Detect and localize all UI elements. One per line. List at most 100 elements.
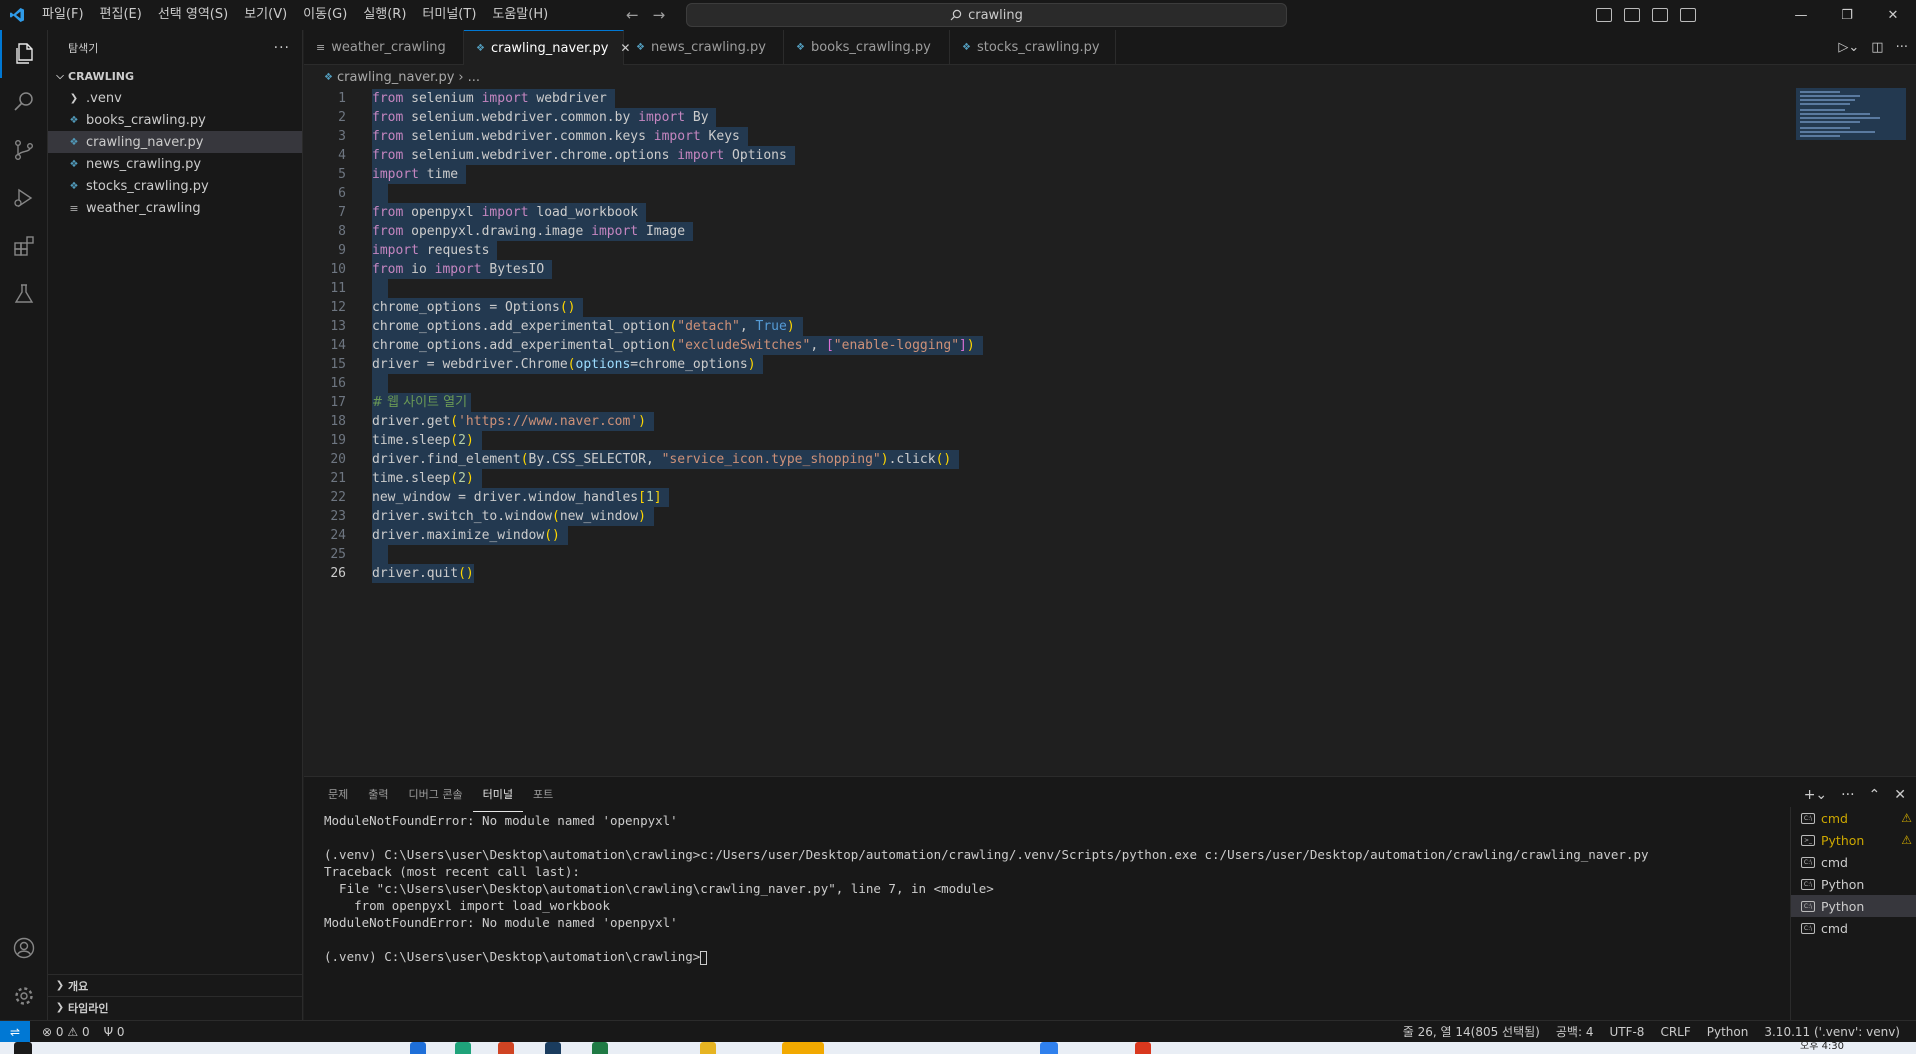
terminal-item-label: cmd [1821,854,1848,870]
menu-edit[interactable]: 편집(E) [92,0,150,30]
menu-view[interactable]: 보기(V) [236,0,295,30]
taskbar-app-icon[interactable] [498,1042,514,1054]
tab-stocks-crawling[interactable]: ❖ stocks_crawling.py [950,30,1116,65]
menu-file[interactable]: 파일(F) [34,0,92,30]
toggle-sidebar-icon[interactable] [1596,8,1612,22]
close-panel-icon[interactable]: ✕ [1894,787,1906,803]
terminal-icon: C:\ [1801,812,1815,824]
code-editor[interactable]: 1 from selenium import webdriver 2 from se… [304,88,1916,776]
terminal-item-python[interactable]: >_ Python ⚠ [1791,829,1916,851]
tab-label: stocks_crawling.py [976,40,1100,55]
tree-item-news-crawling[interactable]: ❖ news_crawling.py [48,153,302,175]
tab-problems[interactable]: 문제 [318,777,358,812]
tab-books-crawling[interactable]: ❖ books_crawling.py [784,30,950,65]
line-number: 8 [338,224,346,239]
terminal-item-cmd[interactable]: C:\ cmd [1791,917,1916,939]
split-editor-icon[interactable]: ◫ [1871,40,1883,55]
workspace-folder[interactable]: ⌵ CRAWLING [48,65,302,87]
terminal-item-cmd[interactable]: C:\ cmd ⚠ [1791,807,1916,829]
encoding[interactable]: UTF-8 [1609,1025,1644,1039]
command-center-search[interactable]: crawling [686,3,1287,27]
account-icon[interactable] [0,924,48,972]
tree-item-books-crawling[interactable]: ❖ books_crawling.py [48,109,302,131]
more-actions-icon[interactable]: ··· [1841,787,1854,803]
taskbar-app-icon[interactable] [592,1042,608,1054]
tab-output[interactable]: 출력 [358,777,398,812]
explorer-title: 탐색기 [68,41,99,55]
tab-terminal[interactable]: 터미널 [472,777,523,812]
maximize-panel-icon[interactable]: ⌃ [1869,787,1881,803]
ports-status[interactable]: Ψ 0 [104,1025,125,1039]
code-line: import time [372,165,466,184]
line-number: 9 [338,243,346,258]
error-count: 0 [55,1024,64,1039]
tree-item-weather-crawling[interactable]: ≡ weather_crawling [48,197,302,219]
terminal-item-python[interactable]: C:\ Python [1791,873,1916,895]
end-of-line[interactable]: CRLF [1660,1025,1690,1039]
toggle-panel-icon[interactable] [1624,8,1640,22]
outline-section[interactable]: ❯ 개요 [48,974,303,996]
menu-go[interactable]: 이동(G) [295,0,355,30]
toggle-secondary-sidebar-icon[interactable] [1652,8,1668,22]
breadcrumb-rest[interactable]: ... [468,70,480,85]
forward-arrow-icon[interactable]: → [653,6,666,24]
cursor-position[interactable]: 줄 26, 열 14(805 선택됨) [1403,1023,1540,1040]
tree-item-crawling-naver[interactable]: ❖ crawling_naver.py [48,131,302,153]
code-line: import requests [372,241,498,260]
taskbar-app-icon[interactable] [455,1042,471,1054]
minimize-icon[interactable]: — [1778,0,1824,30]
customize-layout-icon[interactable] [1680,8,1696,22]
language-mode[interactable]: Python [1707,1025,1749,1039]
remote-indicator-icon[interactable]: ⇌ [0,1020,30,1043]
extensions-icon[interactable] [0,222,48,270]
taskbar-app-icon[interactable] [545,1042,561,1054]
source-control-icon[interactable] [0,126,48,174]
problems-status[interactable]: ⊗ 0 ⚠ 0 [42,1025,90,1039]
run-icon[interactable]: ▷⌄ [1838,40,1859,55]
menu-run[interactable]: 실행(R) [355,0,414,30]
search-icon[interactable] [0,78,48,126]
terminal-icon: C:\ [1801,900,1815,912]
close-icon[interactable]: ✕ [1870,0,1916,30]
restore-icon[interactable]: ❐ [1824,0,1870,30]
tab-weather-crawling[interactable]: ≡ weather_crawling [304,30,464,65]
terminal-item-python[interactable]: C:\ Python [1791,895,1916,917]
timeline-section[interactable]: ❯ 타임라인 [48,996,303,1018]
new-terminal-icon[interactable]: +⌄ [1804,787,1827,803]
python-file-icon: ❖ [796,42,805,53]
testing-icon[interactable] [0,270,48,318]
minimap[interactable] [1796,88,1906,140]
more-actions-icon[interactable]: ··· [1896,40,1908,55]
taskbar-app-icon[interactable] [410,1042,426,1054]
explorer-icon[interactable] [0,30,48,78]
file-icon: ≡ [316,41,326,54]
run-debug-icon[interactable] [0,174,48,222]
vscode-taskbar-icon[interactable] [1040,1042,1058,1054]
terminal-item-cmd[interactable]: C:\ cmd [1791,851,1916,873]
python-interpreter[interactable]: 3.10.11 ('.venv': venv) [1764,1025,1900,1039]
back-arrow-icon[interactable]: ← [626,6,639,24]
taskbar-app-icon[interactable] [700,1042,716,1054]
more-actions-icon[interactable]: ··· [274,40,290,56]
tab-ports[interactable]: 포트 [523,777,563,812]
taskbar-app-icon[interactable] [782,1042,824,1054]
warning-icon: ⚠ [1901,811,1912,825]
tab-label: weather_crawling [331,40,446,55]
tab-crawling-naver[interactable]: ❖ crawling_naver.py ✕ [464,30,630,65]
menu-selection[interactable]: 선택 영역(S) [150,0,236,30]
line-number: 16 [330,376,346,391]
tab-debug-console[interactable]: 디버그 콘솔 [399,777,473,812]
clock[interactable]: 오후 4:30 [1800,1042,1860,1054]
indentation[interactable]: 공백: 4 [1556,1023,1594,1040]
tree-item-venv[interactable]: ❯ .venv [48,87,302,109]
tab-news-crawling[interactable]: ❖ news_crawling.py [624,30,784,65]
terminal-output[interactable]: ModuleNotFoundError: No module named 'op… [324,812,1754,1017]
taskbar-app-icon[interactable] [1135,1042,1151,1054]
start-icon[interactable] [14,1042,32,1054]
tree-item-stocks-crawling[interactable]: ❖ stocks_crawling.py [48,175,302,197]
breadcrumb-file[interactable]: crawling_naver.py [337,70,454,85]
menu-help[interactable]: 도움말(H) [484,0,556,30]
menu-terminal[interactable]: 터미널(T) [414,0,484,30]
settings-gear-icon[interactable] [0,972,48,1020]
line-number: 22 [330,490,346,505]
